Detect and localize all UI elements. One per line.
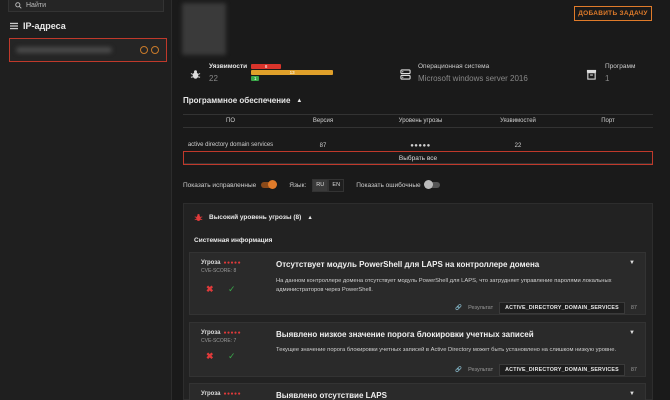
col-header: Уровень угрозы xyxy=(398,118,443,124)
search-input[interactable]: Найти xyxy=(26,2,46,9)
add-task-button[interactable]: ДОБАВИТЬ ЗАДАЧУ xyxy=(574,6,652,21)
os-label: Операционная система xyxy=(418,63,490,70)
threat-level: Угроза ●●●●● xyxy=(201,391,241,397)
threat-card[interactable]: Угроза ●●●●● CVE-SCORE: 7 ✖ ✓ Выявлено ни… xyxy=(189,322,646,377)
link-icon: 🔗 xyxy=(455,305,463,311)
status-icon xyxy=(140,46,148,54)
threat-title: Отсутствует модуль PowerShell для LAPS н… xyxy=(276,260,540,269)
programs-stat: Программ 1 xyxy=(605,63,635,83)
vuln-bar-medium: 13 xyxy=(251,70,334,75)
result-count: 87 xyxy=(630,367,637,373)
threat-level-dots: ●●●●● xyxy=(223,391,242,397)
threat-level-dots: ●●●●● xyxy=(223,330,242,336)
mark-false-icon[interactable]: ✖ xyxy=(206,284,214,295)
language-label: Язык: xyxy=(289,181,307,189)
chevron-up-icon: ▲ xyxy=(307,214,313,221)
vuln-bar-low: 1 xyxy=(251,76,260,81)
threat-level-label: Угроза xyxy=(201,260,221,266)
lang-en-button[interactable]: EN xyxy=(328,178,345,192)
show-fixed-toggle[interactable] xyxy=(261,180,278,189)
chevron-down-icon[interactable]: ▼ xyxy=(629,391,635,397)
toggle-knob xyxy=(423,180,433,189)
software-vulns: 22 xyxy=(514,142,522,149)
target-icon[interactable] xyxy=(151,46,159,54)
os-value: Microsoft windows server 2016 xyxy=(418,74,528,83)
threat-footer: 🔗 Результат ACTIVE_DIRECTORY_DOMAIN_SERV… xyxy=(455,302,637,314)
threat-level: Угроза ●●●●● xyxy=(201,260,241,266)
threat-card[interactable]: Угроза ●●●●● CVE-SCORE: 8 ✖ ✓ Отсутствует… xyxy=(189,252,646,315)
show-false-toggle[interactable] xyxy=(423,180,440,189)
col-header: Порт xyxy=(601,118,615,124)
chevron-up-icon: ▲ xyxy=(296,97,303,104)
main-panel: ДОБАВИТЬ ЗАДАЧУ Уязвимости 22 8 13 1 Опе… xyxy=(172,0,670,400)
mark-false-icon[interactable]: ✖ xyxy=(206,351,214,362)
service-tag: ACTIVE_DIRECTORY_DOMAIN_SERVICES xyxy=(499,302,625,314)
threat-level: Угроза ●●●●● xyxy=(201,330,241,336)
col-header: Версия xyxy=(312,118,334,124)
toggle-knob xyxy=(268,180,278,189)
show-fixed-label: Показать исправленные xyxy=(183,181,257,189)
software-section-toggle[interactable]: Программное обеспечение ▲ xyxy=(183,96,302,105)
search-icon xyxy=(15,2,22,9)
software-title: Программное обеспечение xyxy=(183,96,291,105)
software-name: active directory domain services xyxy=(187,142,274,148)
threat-footer: 🔗 Результат ACTIVE_DIRECTORY_DOMAIN_SERV… xyxy=(455,364,637,376)
sidebar-title-text: IP-адреса xyxy=(23,21,66,31)
select-all-button[interactable]: Выбрать все xyxy=(183,151,653,165)
threat-description: Текущее значение порога блокировки учетн… xyxy=(276,347,617,353)
sidebar: Найти IP-адреса xyxy=(0,0,172,400)
threat-description: На данном контроллере домена отсутствует… xyxy=(276,278,612,293)
cve-score: CVE-SCORE: 8 xyxy=(201,268,237,274)
threat-panel: Высокий уровень угрозы (8) ▲ Системная и… xyxy=(183,203,653,400)
ip-list-item[interactable] xyxy=(9,38,167,62)
threat-level-dots: ●●●●● xyxy=(223,260,242,266)
threat-group-title: Высокий уровень угрозы (8) xyxy=(209,214,302,221)
vulns-label: Уязвимости xyxy=(209,63,248,70)
sidebar-title: IP-адреса xyxy=(10,21,66,31)
threat-title: Выявлено отсутствие LAPS xyxy=(276,391,387,400)
result-link[interactable]: Результат xyxy=(468,367,493,373)
os-stat: Операционная система Microsoft windows s… xyxy=(418,63,528,83)
chevron-down-icon[interactable]: ▼ xyxy=(629,260,635,266)
software-version: 87 xyxy=(319,142,327,149)
search-box[interactable]: Найти xyxy=(8,0,164,12)
mark-fixed-icon[interactable]: ✓ xyxy=(228,351,236,362)
vuln-bar-high: 8 xyxy=(251,64,282,69)
lang-ru-button[interactable]: RU xyxy=(312,178,329,192)
host-name-redacted xyxy=(182,3,226,55)
ip-address-redacted xyxy=(16,47,112,53)
threat-group-toggle[interactable]: Высокий уровень угрозы (8) ▲ xyxy=(194,213,313,222)
programs-label: Программ xyxy=(605,63,636,70)
threat-title: Выявлено низкое значение порога блокиров… xyxy=(276,330,534,339)
show-false-label: Показать ошибочные xyxy=(356,181,421,189)
col-header: ПО xyxy=(226,118,235,124)
result-link[interactable]: Результат xyxy=(468,305,493,311)
filters-bar: Показать исправленные Язык: RU EN Показа… xyxy=(183,178,653,192)
mark-fixed-icon[interactable]: ✓ xyxy=(228,284,236,295)
vulns-stat: Уязвимости 22 xyxy=(209,63,247,83)
table-header: ПО Версия Уровень угрозы Уязвимостей Пор… xyxy=(183,115,653,128)
package-icon xyxy=(586,69,597,80)
chevron-down-icon[interactable]: ▼ xyxy=(629,330,635,336)
server-icon xyxy=(400,69,411,80)
threat-level-label: Угроза xyxy=(201,330,221,336)
list-icon xyxy=(10,22,18,30)
vulns-value: 22 xyxy=(209,74,218,83)
cve-score: CVE-SCORE: 7 xyxy=(201,338,237,344)
threat-card[interactable]: Угроза ●●●●● Выявлено отсутствие LAPS ▼ xyxy=(189,383,646,400)
bug-icon xyxy=(190,70,201,79)
col-header: Уязвимостей xyxy=(500,118,536,124)
threat-level-label: Угроза xyxy=(201,391,221,397)
programs-value: 1 xyxy=(605,74,610,83)
language-switch: RU EN xyxy=(312,178,345,192)
threat-level-dots: ●●●●● xyxy=(410,142,431,149)
link-icon: 🔗 xyxy=(455,367,463,373)
vuln-bars: 8 13 1 xyxy=(251,64,335,82)
service-tag: ACTIVE_DIRECTORY_DOMAIN_SERVICES xyxy=(499,364,625,376)
bug-icon xyxy=(194,214,203,221)
result-count: 87 xyxy=(630,305,637,311)
threat-section-title: Системная информация xyxy=(194,237,273,244)
